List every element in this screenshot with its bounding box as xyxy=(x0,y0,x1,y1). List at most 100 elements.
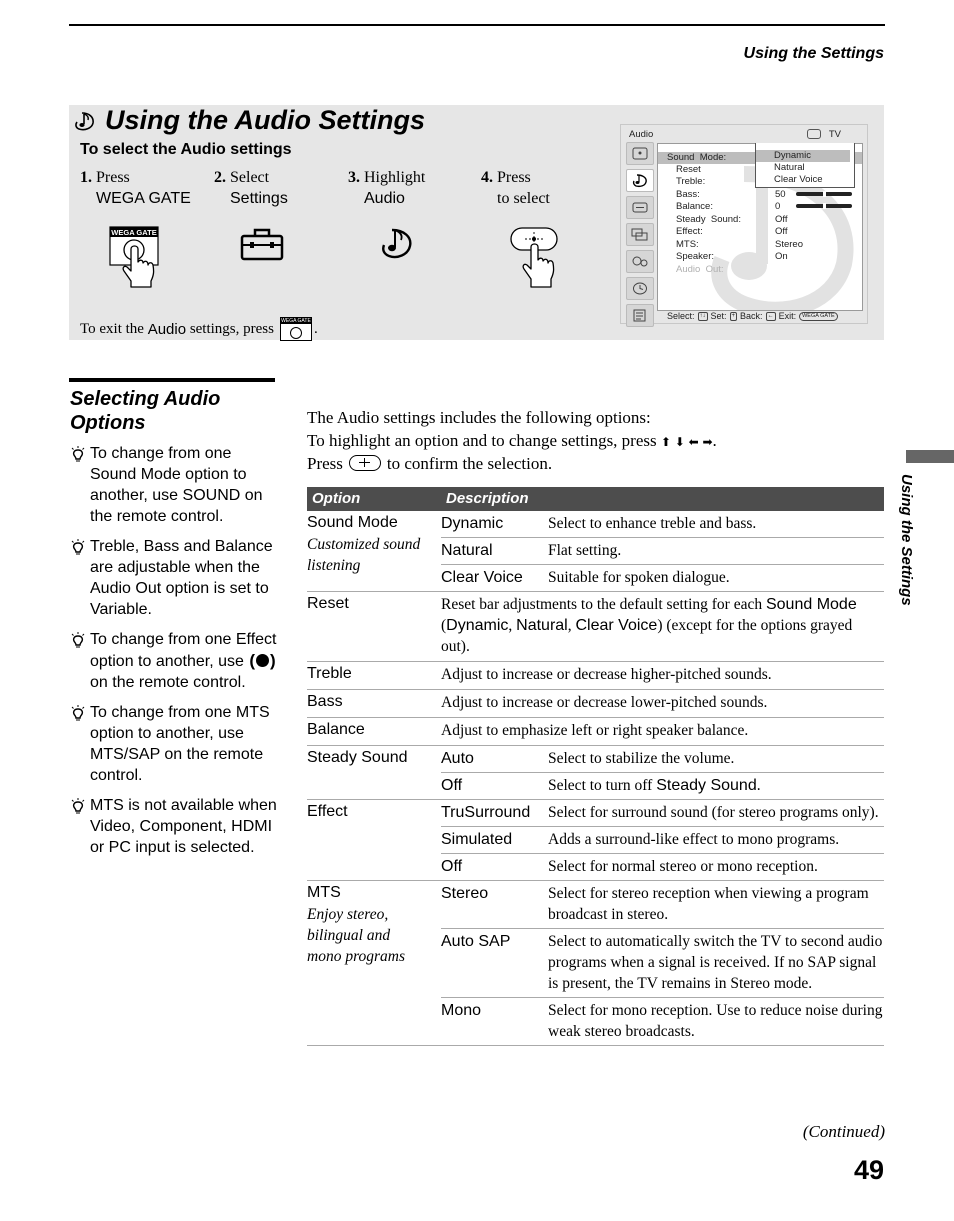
lightbulb-hint-icon xyxy=(71,798,85,814)
option-subtitle: Customized sound listening xyxy=(307,536,421,574)
exit-text-prefix: To exit the xyxy=(80,320,148,337)
tv-audio-menu-screenshot: Audio TV Sound Mode: Reset Treble: Bass:… xyxy=(620,124,868,327)
osd-row-label: Balance: xyxy=(676,201,713,212)
osd-tab-picture[interactable] xyxy=(626,142,654,165)
option-description: Select for stereo reception when viewing… xyxy=(548,885,869,923)
option-description: Adds a surround-like effect to mono prog… xyxy=(548,831,840,848)
continued-note: (Continued) xyxy=(802,1122,885,1141)
step-object: to select xyxy=(497,190,550,207)
osd-row-label: MTS: xyxy=(676,239,699,250)
osd-tab-channels[interactable] xyxy=(626,223,654,246)
osd-row-bass[interactable]: Bass: 50 xyxy=(658,189,862,201)
tips-list: To change from one Sound Mode option to … xyxy=(69,443,279,867)
step-object: Audio xyxy=(364,190,405,207)
tip-item: To change from one Effect option to anot… xyxy=(69,629,279,693)
balance-slider[interactable] xyxy=(796,203,852,209)
option-value: Simulated xyxy=(441,831,513,848)
dropdown-option-dynamic[interactable]: Dynamic xyxy=(756,150,850,162)
option-value: Auto xyxy=(441,750,474,767)
wega-gate-label: WEGA GATE xyxy=(111,228,156,237)
sidebar-title: Selecting Audio Options xyxy=(70,388,221,434)
osd-row-label: Bass: xyxy=(676,189,700,200)
intro-line-3: Press to confirm the selection. xyxy=(307,453,887,476)
select-button-press-icon xyxy=(510,227,558,288)
step-object: Settings xyxy=(230,190,288,207)
option-value: Off xyxy=(441,777,463,794)
desc-term: Dynamic xyxy=(446,617,509,634)
option-name: Steady Sound xyxy=(307,749,408,766)
up-down-keys-icon: ↑↓ xyxy=(697,311,708,321)
slider-knob[interactable] xyxy=(822,191,826,197)
intro-line-1: The Audio settings includes the followin… xyxy=(307,408,651,427)
exit-text-audio: Audio xyxy=(147,320,187,338)
osd-footer-hints: Select: ↑↓ Set: + Back: ← Exit: WEGA GAT… xyxy=(667,311,838,321)
osd-tab-screen[interactable] xyxy=(626,196,654,219)
tip-text: MTS is not available when Video, Compone… xyxy=(90,797,277,856)
osd-row-value: On xyxy=(775,251,788,262)
osd-row-audio-out: Audio Out: xyxy=(658,264,862,276)
top-rule xyxy=(69,24,885,26)
table-row-mts: MTS Enjoy stereo, bilingual and mono prog… xyxy=(307,881,884,1046)
option-name: Reset xyxy=(307,595,349,612)
lightbulb-hint-icon xyxy=(71,539,85,555)
osd-row-steady-sound[interactable]: Steady Sound: Off xyxy=(658,214,862,226)
table-row-treble: Treble Adjust to increase or decrease hi… xyxy=(307,662,884,690)
option-description: Select to turn off Steady Sound. xyxy=(548,775,884,796)
osd-row-balance[interactable]: Balance: 0 xyxy=(658,201,862,213)
set-key-icon: + xyxy=(729,311,738,321)
sub-row: Off Select for normal stereo or mono rece… xyxy=(441,853,884,880)
sub-row: Clear Voice Suitable for spoken dialogue. xyxy=(441,564,884,591)
step-number: 2. xyxy=(214,169,226,186)
sidebar-rule xyxy=(69,378,275,382)
option-value: Clear Voice xyxy=(441,569,523,586)
lightbulb-hint-icon xyxy=(71,446,85,462)
osd-row-label: Sound Mode: xyxy=(667,152,727,163)
wega-gate-key-icon: WEGA GATE xyxy=(799,311,838,321)
page-title: Using the Audio Settings xyxy=(73,105,425,136)
slider-knob[interactable] xyxy=(822,203,826,209)
desc-term: Natural xyxy=(516,617,568,634)
wega-gate-button-press-icon: WEGA GATE xyxy=(109,226,159,288)
osd-row-speaker[interactable]: Speaker: On xyxy=(658,251,862,263)
table-row-bass: Bass Adjust to increase or decrease lowe… xyxy=(307,690,884,718)
osd-row-label: Speaker: xyxy=(676,251,715,262)
bass-slider[interactable] xyxy=(796,191,852,197)
audio-settings-panel: Using the Audio Settings To select the A… xyxy=(69,105,884,341)
hint-back-label: Back: xyxy=(740,311,763,321)
back-key-icon: ← xyxy=(765,311,776,321)
picture-icon xyxy=(632,147,648,160)
sub-row: Natural Flat setting. xyxy=(441,537,884,564)
osd-row-mts[interactable]: MTS: Stereo xyxy=(658,239,862,251)
table-row-sound-mode: Sound Mode Customized sound listening Dyn… xyxy=(307,511,884,592)
step-verb: Select xyxy=(230,169,270,186)
osd-row-effect[interactable]: Effect: Off xyxy=(658,226,862,238)
option-description: Adjust to emphasize left or right speake… xyxy=(441,722,749,739)
exit-instruction: To exit the Audio settings, press WEGA G… xyxy=(80,317,318,341)
step-number: 3. xyxy=(348,169,360,186)
option-description: Select to automatically switch the TV to… xyxy=(548,933,883,992)
table-row-effect: Effect TruSurround Select for surround so… xyxy=(307,800,884,881)
osd-tab-timer[interactable] xyxy=(626,277,654,300)
page-title-text: Using the Audio Settings xyxy=(105,105,425,135)
section-side-label: Using the Settings xyxy=(893,474,923,634)
exit-text-end: . xyxy=(313,320,318,337)
option-value: Natural xyxy=(441,542,493,559)
dropdown-option-natural[interactable]: Natural xyxy=(756,162,850,174)
sound-mode-dropdown[interactable]: Dynamic Natural Clear Voice xyxy=(755,143,855,188)
option-value: Mono xyxy=(441,1002,482,1019)
step-number: 4. xyxy=(481,169,493,186)
desc-text: , xyxy=(508,617,517,634)
option-description: Select to enhance treble and bass. xyxy=(548,515,757,532)
osd-tab-setup[interactable] xyxy=(626,304,654,327)
osd-row-label: Effect: xyxy=(676,226,703,237)
osd-tab-parent[interactable] xyxy=(626,250,654,273)
dropdown-option-clear-voice[interactable]: Clear Voice xyxy=(756,174,850,186)
option-name: Treble xyxy=(307,665,352,682)
option-subtitle: Enjoy stereo, bilingual and mono program… xyxy=(307,906,406,965)
osd-tab-audio[interactable] xyxy=(626,169,654,192)
option-value: TruSurround xyxy=(441,804,531,821)
osd-row-value: Stereo xyxy=(775,239,803,250)
step-object: WEGA GATE xyxy=(96,190,191,207)
sub-row: Auto SAP Select to automatically switch t… xyxy=(441,928,884,997)
section-thumb-tab xyxy=(906,450,954,463)
